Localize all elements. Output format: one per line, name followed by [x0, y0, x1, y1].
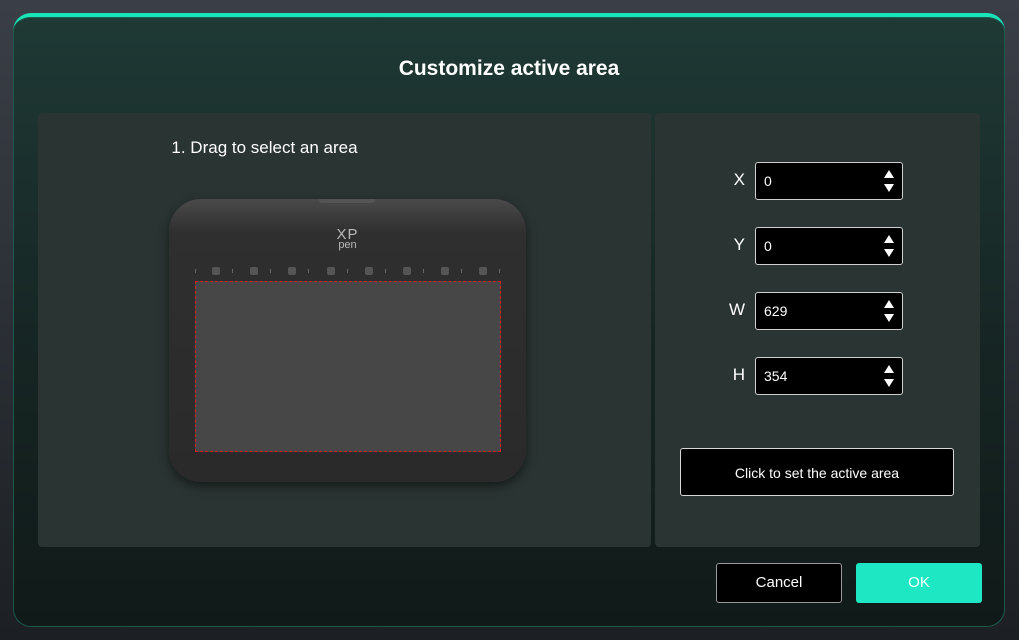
field-w-row: W 629: [655, 292, 980, 332]
express-key: [327, 267, 335, 275]
h-spinbox[interactable]: 354: [755, 357, 903, 395]
key-separator: [347, 269, 348, 273]
key-separator: [461, 269, 462, 273]
drag-instruction: 1. Drag to select an area: [171, 138, 358, 157]
increment-arrow-icon[interactable]: [884, 235, 894, 243]
field-w-label: W: [728, 300, 745, 319]
tablet-notch: [319, 199, 375, 203]
field-h-label: H: [732, 365, 745, 384]
w-spin-arrows[interactable]: [884, 300, 894, 324]
key-separator: [308, 269, 309, 273]
dialog-title: Customize active area: [398, 57, 620, 80]
key-separator: [385, 269, 386, 273]
tablet-illustration: XP pen: [169, 199, 526, 482]
decrement-arrow-icon[interactable]: [884, 314, 894, 322]
cancel-button[interactable]: Cancel: [716, 563, 842, 603]
express-key: [212, 267, 220, 275]
key-separator: [195, 269, 196, 273]
decrement-arrow-icon[interactable]: [884, 184, 894, 192]
x-spinbox[interactable]: 0: [755, 162, 903, 200]
express-keys-row: [195, 267, 500, 275]
field-x-label: X: [733, 170, 745, 189]
key-separator: [232, 269, 233, 273]
field-y-row: Y 0: [655, 227, 980, 267]
h-value[interactable]: 354: [764, 368, 787, 384]
field-x-row: X 0: [655, 162, 980, 202]
field-h-row: H 354: [655, 357, 980, 397]
express-key: [365, 267, 373, 275]
y-value[interactable]: 0: [764, 238, 772, 254]
increment-arrow-icon[interactable]: [884, 170, 894, 178]
y-spinbox[interactable]: 0: [755, 227, 903, 265]
active-area-selection[interactable]: [195, 281, 501, 452]
increment-arrow-icon[interactable]: [884, 365, 894, 373]
key-separator: [270, 269, 271, 273]
ok-button[interactable]: OK: [856, 563, 982, 603]
key-separator: [423, 269, 424, 273]
customize-area-dialog: Customize active area 1. Drag to select …: [13, 13, 1005, 627]
express-key: [403, 267, 411, 275]
h-spin-arrows[interactable]: [884, 365, 894, 389]
x-spin-arrows[interactable]: [884, 170, 894, 194]
increment-arrow-icon[interactable]: [884, 300, 894, 308]
w-value[interactable]: 629: [764, 303, 787, 319]
area-settings-panel: X 0 Y 0 W 629 H 354 Click to set the act…: [655, 113, 980, 547]
set-active-area-button[interactable]: Click to set the active area: [680, 448, 954, 496]
express-key: [250, 267, 258, 275]
logo-pen: pen: [338, 239, 357, 251]
express-key: [288, 267, 296, 275]
decrement-arrow-icon[interactable]: [884, 379, 894, 387]
w-spinbox[interactable]: 629: [755, 292, 903, 330]
tablet-preview-panel: 1. Drag to select an area XP pen: [38, 113, 651, 547]
express-key: [479, 267, 487, 275]
tablet-drawing-surface[interactable]: [195, 281, 501, 452]
xppen-logo: XP pen: [169, 227, 526, 251]
express-key: [441, 267, 449, 275]
field-y-label: Y: [733, 235, 745, 254]
x-value[interactable]: 0: [764, 173, 772, 189]
key-separator: [499, 269, 500, 273]
decrement-arrow-icon[interactable]: [884, 249, 894, 257]
y-spin-arrows[interactable]: [884, 235, 894, 259]
